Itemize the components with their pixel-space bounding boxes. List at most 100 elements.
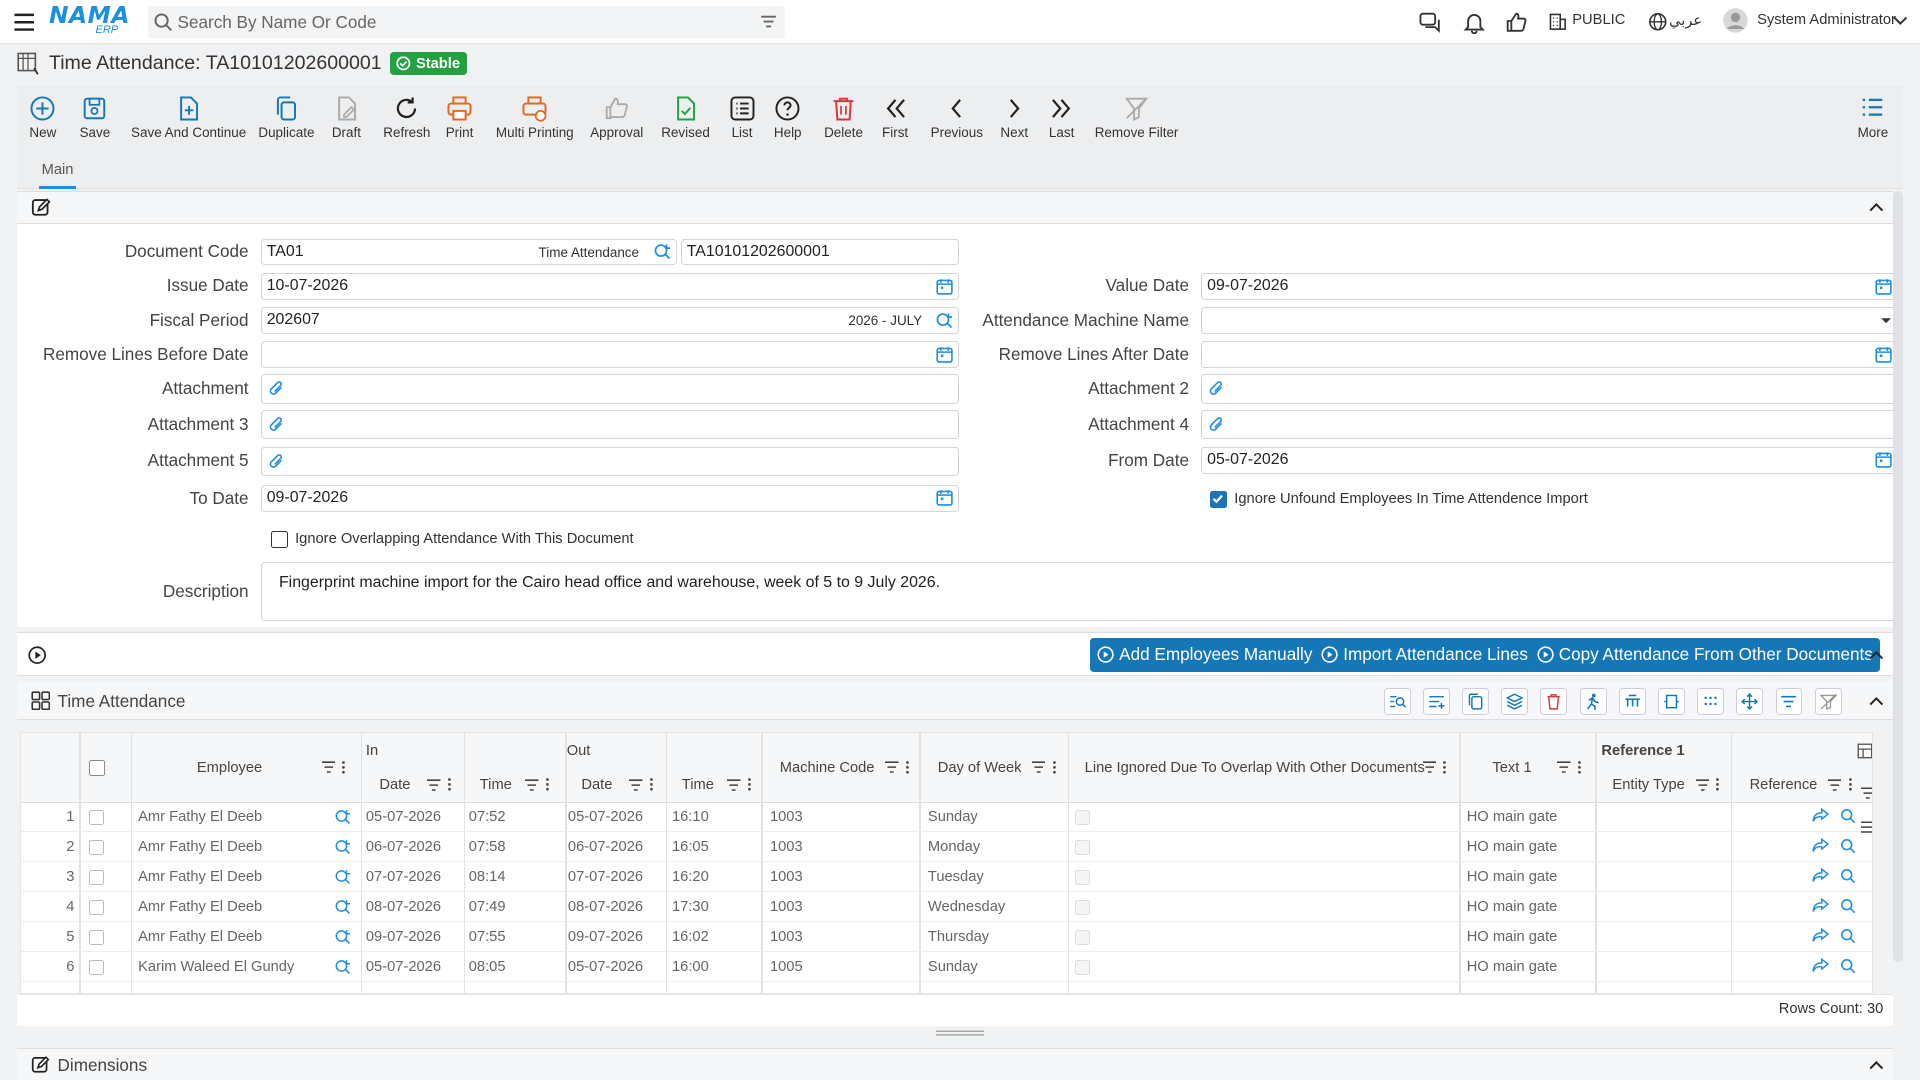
document-code-field[interactable]: TA01 Time Attendance (260, 238, 678, 266)
copy-attendance-button[interactable]: Copy Attendance From Other Documents (1529, 637, 1881, 672)
grid-layers-icon[interactable] (1501, 688, 1529, 716)
employee-lookup-icon[interactable] (334, 838, 351, 855)
attachment2-field[interactable] (1201, 374, 1900, 404)
side-menu-icon[interactable] (1861, 821, 1873, 834)
menu-icon[interactable] (12, 10, 36, 34)
cell-out-date[interactable]: 05-07-2026 (568, 809, 643, 825)
cell-day[interactable]: Thursday (928, 929, 989, 945)
cell-out-date[interactable]: 07-07-2026 (568, 869, 643, 885)
cell-text1[interactable]: HO main gate (1467, 869, 1558, 885)
collapse-icon[interactable] (1869, 202, 1884, 212)
lookup-icon[interactable] (935, 311, 953, 329)
new-button[interactable]: New (29, 95, 56, 140)
last-button[interactable]: Last (1048, 95, 1075, 140)
calendar-icon[interactable] (1875, 451, 1892, 469)
column-menu-icon[interactable] (545, 777, 550, 792)
cell-in-time[interactable]: 07:49 (469, 899, 506, 915)
chevron-down-icon[interactable] (1893, 15, 1908, 27)
grid-columns-icon[interactable] (1618, 688, 1646, 716)
cell-employee[interactable]: Amr Fathy El Deeb (138, 839, 262, 855)
column-menu-icon[interactable] (1577, 760, 1582, 775)
calendar-icon[interactable] (1875, 278, 1892, 295)
chat-icon[interactable] (1418, 10, 1442, 34)
row-checkbox[interactable] (89, 840, 104, 856)
caret-down-icon[interactable] (1880, 317, 1892, 324)
column-menu-icon[interactable] (1052, 760, 1057, 775)
issue-date-field[interactable]: 10-07-2026 (260, 272, 959, 300)
list-button[interactable]: List (729, 95, 756, 140)
side-filter-icon[interactable] (1861, 787, 1873, 799)
column-filter-icon[interactable] (1827, 778, 1842, 791)
to-date-field[interactable]: 09-07-2026 (260, 484, 959, 512)
cell-text1[interactable]: HO main gate (1467, 929, 1558, 945)
calendar-icon[interactable] (936, 346, 953, 363)
cell-in-date[interactable]: 08-07-2026 (366, 899, 441, 915)
filter-lines-icon[interactable] (760, 13, 777, 30)
cell-machine[interactable]: 1003 (770, 809, 803, 825)
reference-search-icon[interactable] (1840, 808, 1856, 824)
share-icon[interactable] (1812, 867, 1830, 883)
reference-search-icon[interactable] (1840, 868, 1856, 884)
cell-n[interactable]: 5 (21, 929, 74, 945)
cell-out-time[interactable]: 16:10 (672, 809, 709, 825)
reference-search-icon[interactable] (1840, 838, 1856, 854)
cell-in-date[interactable]: 05-07-2026 (366, 959, 441, 975)
lookup-icon[interactable] (653, 242, 671, 260)
draft-button[interactable]: Draft (332, 95, 361, 140)
delete-button[interactable]: Delete (824, 95, 863, 140)
attachment4-field[interactable] (1201, 409, 1900, 440)
share-icon[interactable] (1812, 837, 1830, 853)
col-day-of-week[interactable]: Day of Week (938, 760, 1022, 776)
avatar[interactable] (1722, 7, 1749, 34)
column-settings-icon[interactable] (1857, 743, 1873, 759)
cell-in-date[interactable]: 07-07-2026 (366, 869, 441, 885)
table-row[interactable]: 5 Amr Fathy El Deeb 09-07-2026 07:55 09-07-2… (20, 923, 1873, 953)
column-menu-icon[interactable] (447, 777, 452, 792)
cell-out-time[interactable]: 16:02 (672, 929, 709, 945)
print-button[interactable]: Print (446, 95, 473, 140)
grid-delete-icon[interactable] (1540, 688, 1568, 716)
column-filter-icon[interactable] (885, 761, 899, 774)
col-employee[interactable]: Employee (197, 760, 262, 776)
reference-search-icon[interactable] (1840, 898, 1856, 914)
column-filter-icon[interactable] (427, 778, 441, 791)
attachment-field[interactable] (260, 374, 959, 404)
column-menu-icon[interactable] (905, 760, 910, 775)
remove-after-date-field[interactable] (1201, 341, 1898, 369)
employee-lookup-icon[interactable] (334, 928, 351, 945)
cell-employee[interactable]: Karim Waleed El Gundy (138, 959, 294, 975)
column-filter-icon[interactable] (321, 761, 336, 774)
cell-n[interactable]: 4 (21, 899, 74, 915)
row-checkbox[interactable] (89, 810, 104, 826)
grid-filter-icon[interactable] (1775, 688, 1803, 716)
page-scrollbar[interactable] (1893, 191, 1903, 963)
cell-employee[interactable]: Amr Fathy El Deeb (138, 899, 262, 915)
column-filter-icon[interactable] (1557, 761, 1571, 774)
share-icon[interactable] (1812, 927, 1830, 943)
cell-out-date[interactable]: 06-07-2026 (568, 839, 643, 855)
column-menu-icon[interactable] (747, 777, 752, 792)
share-icon[interactable] (1812, 897, 1830, 913)
user-name[interactable]: System Administrator (1757, 12, 1896, 28)
cell-machine[interactable]: 1005 (770, 959, 803, 975)
cell-employee[interactable]: Amr Fathy El Deeb (138, 869, 262, 885)
cell-day[interactable]: Sunday (928, 959, 978, 975)
add-employees-manually-button[interactable]: Add Employees Manually (1089, 637, 1320, 672)
cell-in-time[interactable]: 07:55 (469, 929, 506, 945)
from-date-field[interactable]: 05-07-2026 (1201, 446, 1898, 474)
share-icon[interactable] (1812, 807, 1830, 823)
document-number-field[interactable]: TA10101202600001 (680, 238, 959, 266)
col-line-ignored[interactable]: Line Ignored Due To Overlap With Other D… (1085, 760, 1425, 776)
employee-lookup-icon[interactable] (334, 808, 351, 825)
paperclip-icon[interactable] (268, 380, 285, 397)
cell-in-time[interactable]: 08:14 (469, 869, 506, 885)
cell-text1[interactable]: HO main gate (1467, 959, 1558, 975)
col-in-date[interactable]: Date (379, 777, 410, 793)
grid-add-row-icon[interactable] (1422, 688, 1450, 716)
multi-printing-button[interactable]: Multi Printing (496, 95, 574, 140)
collapse-icon[interactable] (1869, 696, 1884, 706)
row-checkbox[interactable] (89, 870, 104, 886)
share-icon[interactable] (1812, 957, 1830, 973)
line-ignored-checkbox[interactable] (1074, 960, 1090, 976)
column-filter-icon[interactable] (629, 778, 643, 791)
